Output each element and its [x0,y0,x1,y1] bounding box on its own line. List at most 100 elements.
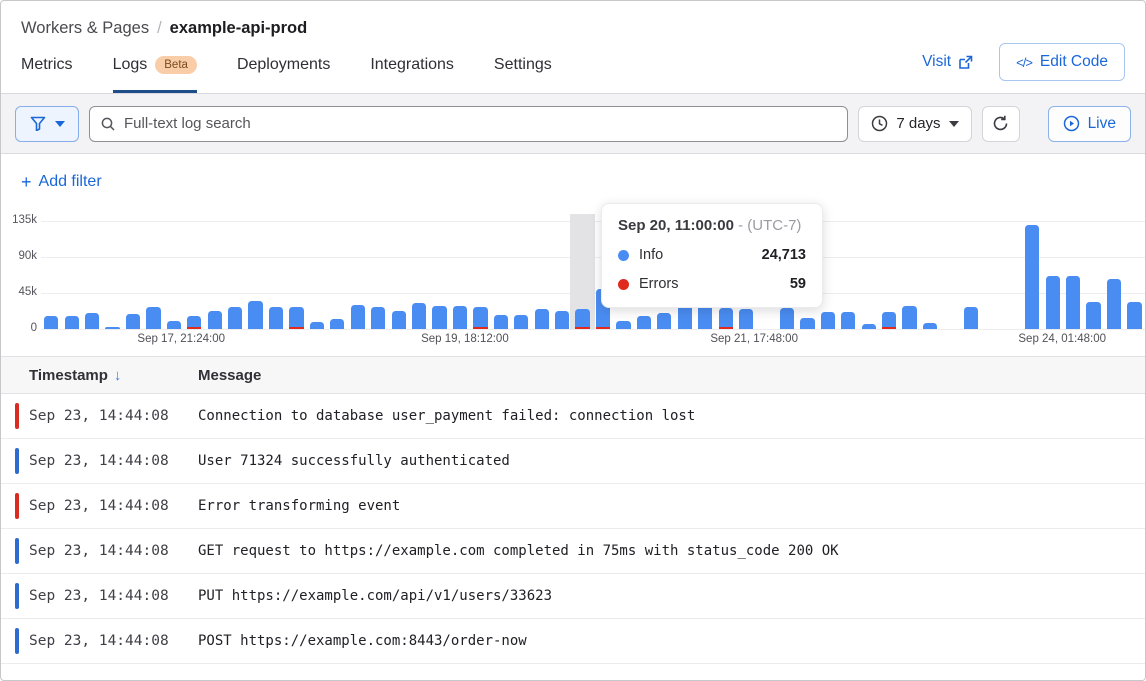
bar-slot[interactable] [450,221,470,329]
log-volume-bar[interactable] [575,309,589,329]
chart-plot[interactable]: 135k90k45k0 [41,221,1145,329]
log-row[interactable]: Sep 23, 14:44:08GET request to https://e… [1,529,1145,574]
log-row[interactable]: Sep 23, 14:44:08Error transforming event [1,484,1145,529]
log-volume-bar[interactable] [882,312,896,329]
log-volume-bar[interactable] [821,312,835,329]
column-timestamp[interactable]: Timestamp↓ [1,367,198,384]
time-range-dropdown[interactable]: 7 days [858,106,971,142]
bar-slot[interactable] [102,221,122,329]
tab-settings[interactable]: Settings [494,41,552,93]
log-volume-bar[interactable] [841,312,855,329]
log-row[interactable]: Sep 23, 14:44:08User 71324 successfully … [1,439,1145,484]
log-volume-bar[interactable] [228,307,242,329]
bar-slot[interactable] [879,221,899,329]
log-volume-bar[interactable] [964,307,978,329]
log-volume-bar[interactable] [85,313,99,329]
log-volume-bar[interactable] [1046,276,1060,329]
log-volume-bar[interactable] [126,314,140,329]
log-volume-bar[interactable] [616,321,630,329]
live-button[interactable]: Live [1048,106,1131,142]
bar-slot[interactable] [981,221,1001,329]
bar-slot[interactable] [82,221,102,329]
bar-slot[interactable] [307,221,327,329]
log-row[interactable]: Sep 23, 14:44:08Connection to database u… [1,394,1145,439]
log-volume-bar[interactable] [65,316,79,329]
log-volume-bar[interactable] [392,311,406,329]
sort-desc-icon[interactable]: ↓ [114,367,122,384]
log-volume-bar[interactable] [494,315,508,329]
log-volume-bar[interactable] [371,307,385,329]
bar-slot[interactable] [143,221,163,329]
bar-slot[interactable] [940,221,960,329]
add-filter-button[interactable]: + Add filter [21,173,102,191]
bar-slot[interactable] [41,221,61,329]
bar-slot[interactable] [184,221,204,329]
log-volume-bar[interactable] [310,322,324,329]
log-volume-bar[interactable] [678,305,692,329]
log-volume-bar[interactable] [1066,276,1080,329]
bar-slot[interactable] [368,221,388,329]
bar-slot[interactable] [225,221,245,329]
log-volume-bar[interactable] [800,318,814,329]
log-volume-bar[interactable] [473,307,487,329]
bar-slot[interactable] [123,221,143,329]
log-volume-bar[interactable] [44,316,58,329]
log-volume-bar[interactable] [248,301,262,329]
log-volume-bar[interactable] [432,306,446,329]
bar-slot[interactable] [286,221,306,329]
visit-link[interactable]: Visit [922,53,973,71]
bar-slot[interactable] [1083,221,1103,329]
bar-slot[interactable] [1022,221,1042,329]
tab-integrations[interactable]: Integrations [370,41,454,93]
log-volume-bar[interactable] [289,307,303,329]
bar-slot[interactable] [1104,221,1124,329]
log-volume-bar[interactable] [923,323,937,329]
bar-slot[interactable] [205,221,225,329]
bar-slot[interactable] [859,221,879,329]
filter-menu-button[interactable] [15,106,79,142]
bar-slot[interactable] [1042,221,1062,329]
bar-slot[interactable] [429,221,449,329]
bar-slot[interactable] [491,221,511,329]
log-volume-bar[interactable] [637,316,651,329]
bar-slot[interactable] [511,221,531,329]
log-row[interactable]: Sep 23, 14:44:08PUT https://example.com/… [1,574,1145,619]
bar-slot[interactable] [920,221,940,329]
bar-slot[interactable] [532,221,552,329]
breadcrumb-section[interactable]: Workers & Pages [21,19,149,38]
bar-slot[interactable] [572,221,592,329]
log-volume-bar[interactable] [657,313,671,329]
log-volume-bar[interactable] [453,306,467,329]
search-input[interactable] [89,106,848,142]
tab-logs[interactable]: LogsBeta [113,41,197,93]
log-volume-bar[interactable] [535,309,549,329]
bar-slot[interactable] [348,221,368,329]
bar-slot[interactable] [899,221,919,329]
bar-slot[interactable] [409,221,429,329]
log-volume-bar[interactable] [351,305,365,329]
log-volume-bar[interactable] [555,311,569,329]
bar-slot[interactable] [961,221,981,329]
bar-slot[interactable] [327,221,347,329]
tab-deployments[interactable]: Deployments [237,41,330,93]
bar-slot[interactable] [164,221,184,329]
bar-slot[interactable] [61,221,81,329]
log-volume-bar[interactable] [862,324,876,329]
log-volume-bar[interactable] [1107,279,1121,329]
log-row[interactable]: Sep 23, 14:44:08POST https://example.com… [1,619,1145,664]
log-volume-bar[interactable] [330,319,344,329]
bar-slot[interactable] [1002,221,1022,329]
log-volume-bar[interactable] [1025,225,1039,329]
log-volume-bar[interactable] [412,303,426,329]
column-message[interactable]: Message [198,367,261,384]
refresh-button[interactable] [982,106,1020,142]
edit-code-button[interactable]: </> Edit Code [999,43,1125,81]
log-volume-bar[interactable] [514,315,528,329]
log-volume-bar[interactable] [902,306,916,329]
log-volume-bar[interactable] [1127,302,1141,329]
log-volume-bar[interactable] [146,307,160,329]
log-volume-bar[interactable] [739,309,753,329]
log-volume-bar[interactable] [1086,302,1100,329]
log-volume-bar[interactable] [167,321,181,329]
bar-slot[interactable] [1063,221,1083,329]
